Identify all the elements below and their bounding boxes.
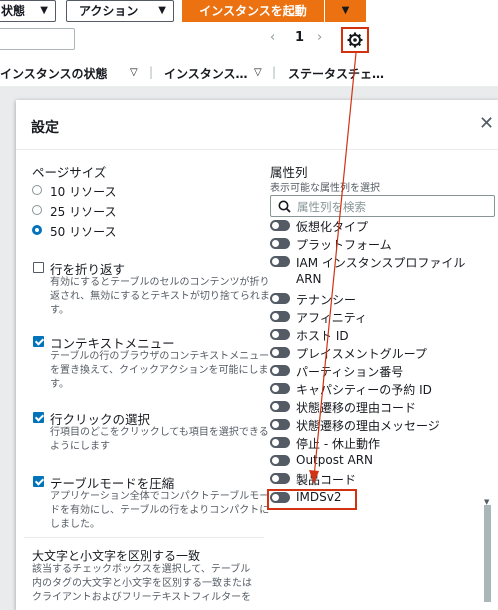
attribute-label: パーティション番号 [296,365,404,379]
toggle-switch[interactable] [270,455,290,466]
page-size-title: ページサイズ [32,165,107,180]
radio-button[interactable] [32,205,42,215]
filter-icon[interactable]: ▽ [130,67,138,78]
actions-button-label: アクション [79,4,139,18]
attribute-item-virtualization-type[interactable]: 仮想化タイプ [270,217,490,235]
attribute-label: ホスト ID [296,329,349,343]
toggle-switch[interactable] [270,329,290,340]
attribute-item-state-reason-code[interactable]: 状態遷移の理由コード [270,398,490,416]
toolbar: 状態 ▼ アクション ▼ インスタンスを起動 ▼ [0,0,498,26]
toggle-switch[interactable] [270,401,290,412]
actions-button[interactable]: アクション ▼ [66,0,174,22]
page-number[interactable]: 1 [295,30,304,45]
radio-button[interactable] [32,185,42,195]
next-page-icon[interactable]: › [317,30,322,45]
scroll-down-icon[interactable]: ▼ [484,498,489,506]
attribute-item-platform[interactable]: プラットフォーム [270,235,490,253]
attribute-item-partition-number[interactable]: パーティション番号 [270,362,490,380]
attribute-label: テナンシー [296,293,357,307]
attribute-list-scrollbar[interactable] [484,505,491,602]
toggle-switch[interactable] [270,473,290,484]
launch-instance-label: インスタンスを起動 [199,4,307,18]
attribute-label: 停止 - 休止動作 [296,437,380,451]
attribute-label: キャパシティーの予約 ID [296,383,432,397]
preferences-button[interactable] [341,27,369,53]
attribute-item-state-reason-message[interactable]: 状態遷移の理由メッセージ [270,416,490,434]
radio-button-selected[interactable] [32,225,42,235]
toggle-switch[interactable] [270,419,290,430]
row-click-checkbox[interactable] [33,412,44,423]
attribute-item-stop-hibernation-behavior[interactable]: 停止 - 休止動作 [270,434,490,452]
launch-instance-button[interactable]: インスタンスを起動 [182,0,324,22]
wrap-lines-checkbox[interactable] [33,262,44,273]
toggle-switch[interactable] [270,437,290,448]
attribute-item-capacity-reservation-id[interactable]: キャパシティーの予約 ID [270,380,490,398]
toggle-switch[interactable] [270,256,290,267]
toggle-switch[interactable] [270,293,290,304]
row-click-description: 行項目のどこをクリックしても項目を選択できるようにします [50,427,269,452]
radio-label: 50 リソース [50,225,117,239]
radio-label: 10 リソース [50,185,117,199]
search-placeholder: 属性列を検索 [297,200,366,214]
compact-mode-checkbox[interactable] [33,476,44,487]
attribute-label: IAM インスタンスプロファイル [296,256,466,270]
previous-page-icon[interactable]: ‹ [270,30,275,45]
context-menu-checkbox[interactable] [33,336,44,347]
column-header-instance-type[interactable]: インスタンス… [164,65,248,82]
filter-icon[interactable]: ▽ [254,67,262,78]
attribute-label: プラットフォーム [296,238,392,252]
gear-icon [347,32,363,48]
imdsv2-highlight-box [267,489,357,510]
attribute-item-host-id[interactable]: ホスト ID [270,326,490,344]
attribute-label: 状態遷移の理由コード [296,401,417,415]
toggle-switch[interactable] [270,311,290,322]
divider [16,149,498,150]
search-filter-input[interactable] [0,28,75,50]
attribute-label: 状態遷移の理由メッセージ [296,419,440,433]
context-menu-description: テーブルの行のブラウザのコンテキストメニューを置き換えて、クイックアクションを可… [50,351,270,390]
attribute-label: Outpost ARN [296,453,374,467]
table-header-row: インスタンスの状態 ▽ | インスタンス… ▽ | ステータスチェ… [0,60,498,86]
attribute-list: 仮想化タイプ プラットフォーム IAM インスタンスプロファイル ARN テナン… [270,217,495,507]
column-divider: | [272,65,277,79]
attribute-label: 仮想化タイプ [296,220,369,234]
toggle-switch[interactable] [270,347,290,358]
attribute-label: アフィニティ [296,311,368,325]
state-button[interactable]: 状態 ▼ [0,0,56,22]
column-header-status-check[interactable]: ステータスチェ… [288,65,384,82]
radio-label: 25 リソース [50,205,117,219]
preferences-modal: 設定 ✕ ページサイズ 10 リソース 25 リソース 50 リソース 行を折り… [16,100,498,610]
toggle-switch[interactable] [270,383,290,394]
launch-dropdown-button[interactable]: ▼ [325,0,366,22]
column-divider: | [149,65,154,79]
caret-down-icon: ▼ [158,5,166,16]
search-icon [278,200,291,213]
wrap-lines-description: 有効にするとテーブルのセルのコンテンツが折り返され、無効にするとテキストが切り捨… [50,277,270,316]
toggle-switch[interactable] [270,220,290,231]
case-sensitive-title: 大文字と小文字を区別する一致 [32,549,201,563]
toggle-switch[interactable] [270,238,290,249]
attribute-columns-subtitle: 表示可能な属性列を選択 [270,183,380,194]
compact-mode-description: アプリケーション全体でコンパクトテーブルモードを有効にし、テーブルの行をよりコン… [50,491,270,530]
column-header-instance-state[interactable]: インスタンスの状態 [0,65,108,82]
attribute-search-input[interactable]: 属性列を検索 [270,195,495,217]
attribute-item-product-code[interactable]: 製品コード [270,470,490,488]
close-icon[interactable]: ✕ [479,114,494,134]
caret-down-icon: ▼ [341,5,350,16]
attribute-label-continued: ARN [296,272,322,286]
attribute-item-iam-instance-profile[interactable]: IAM インスタンスプロファイル ARN [270,253,490,289]
attribute-item-outpost-arn[interactable]: Outpost ARN [270,452,490,470]
attribute-item-placement-group[interactable]: プレイスメントグループ [270,344,490,362]
caret-down-icon: ▼ [40,5,48,16]
toggle-switch[interactable] [270,365,290,376]
state-button-label: 状態 [1,4,26,18]
attribute-item-tenancy[interactable]: テナンシー [270,290,490,308]
case-sensitive-description: 該当するチェックボックスを選択して、テーブル内のタグの大文字と小文字を区別する一… [32,564,252,603]
divider [24,537,264,538]
attribute-label: プレイスメントグループ [296,347,427,361]
modal-title: 設定 [31,120,59,136]
attribute-item-affinity[interactable]: アフィニティ [270,308,490,326]
attribute-label: 製品コード [296,473,357,487]
